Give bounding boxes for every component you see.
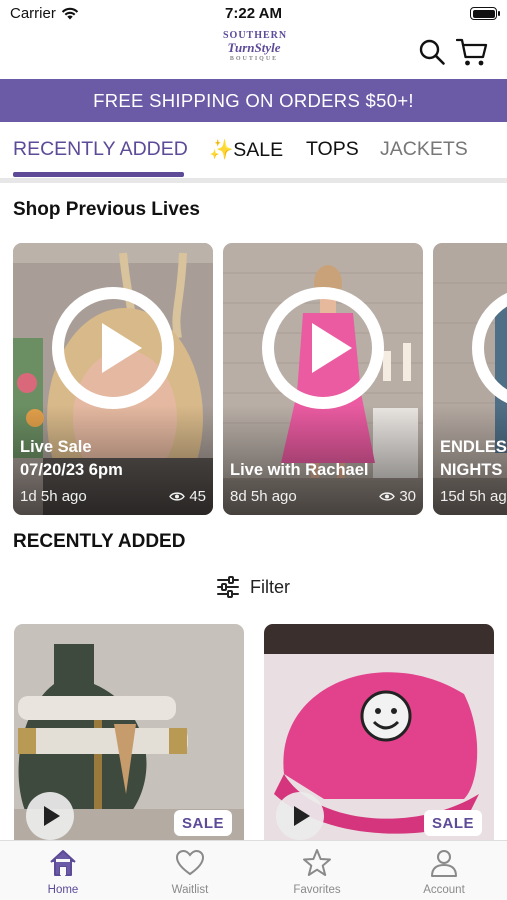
nav-label: Account bbox=[423, 884, 465, 896]
views-count: 45 bbox=[189, 488, 206, 505]
battery-icon bbox=[470, 7, 500, 20]
logo-text: BOUTIQUE bbox=[229, 56, 279, 62]
brand-logo[interactable]: SOUTHERN TurnStyle BOUTIQUE bbox=[223, 31, 286, 73]
sale-badge: SALE bbox=[173, 810, 232, 836]
person-icon bbox=[431, 850, 457, 877]
heart-icon bbox=[175, 849, 205, 876]
status-time: 7:22 AM bbox=[225, 5, 282, 22]
bottom-nav: Home Waitlist Favorites Account bbox=[0, 840, 507, 900]
product-card[interactable]: SALE bbox=[14, 624, 244, 840]
nav-account[interactable]: Account bbox=[381, 841, 507, 900]
live-card[interactable]: ENDLESS NIGHTS 15d 5h ago bbox=[433, 243, 507, 515]
live-card[interactable]: Live Sale 07/20/23 6pm 1d 5h ago 45 bbox=[13, 243, 213, 515]
filter-button[interactable]: Filter bbox=[216, 576, 290, 598]
live-title-line2: 07/20/23 6pm bbox=[20, 461, 123, 479]
status-bar: Carrier 7:22 AM bbox=[0, 0, 507, 28]
tabs-divider bbox=[0, 178, 507, 183]
live-title: ENDLESS bbox=[440, 438, 507, 456]
live-title: Live Sale bbox=[20, 438, 92, 456]
video-play-icon[interactable] bbox=[276, 792, 324, 840]
category-tabs: RECENTLY ADDED ✨SALE TOPS JACKETS bbox=[0, 122, 507, 178]
tab-sale[interactable]: ✨SALE bbox=[209, 138, 283, 162]
star-icon bbox=[303, 849, 331, 876]
app-header: SOUTHERN TurnStyle BOUTIQUE bbox=[0, 28, 507, 79]
tab-jackets[interactable]: JACKETS bbox=[380, 138, 468, 161]
promo-text: FREE SHIPPING ON ORDERS $50+! bbox=[93, 89, 414, 111]
home-icon bbox=[50, 850, 76, 876]
filter-label: Filter bbox=[250, 576, 290, 597]
nav-label: Favorites bbox=[293, 884, 341, 896]
live-age: 1d 5h ago bbox=[20, 488, 87, 505]
search-button[interactable] bbox=[418, 38, 446, 66]
play-icon[interactable] bbox=[52, 287, 174, 409]
recent-section-title: RECENTLY ADDED bbox=[13, 531, 186, 552]
eye-icon bbox=[379, 492, 396, 501]
lives-carousel[interactable]: Live Sale 07/20/23 6pm 1d 5h ago 45 Live… bbox=[13, 243, 507, 515]
live-card[interactable]: Live with Rachael 8d 5h ago 30 bbox=[223, 243, 423, 515]
promo-banner[interactable]: FREE SHIPPING ON ORDERS $50+! bbox=[0, 79, 507, 122]
active-tab-indicator bbox=[13, 172, 184, 177]
live-age: 15d 5h ago bbox=[440, 488, 507, 505]
video-play-icon[interactable] bbox=[26, 792, 74, 840]
live-views: 30 bbox=[379, 488, 416, 505]
nav-waitlist[interactable]: Waitlist bbox=[127, 841, 253, 900]
nav-label: Waitlist bbox=[171, 884, 209, 896]
lives-section-title: Shop Previous Lives bbox=[13, 199, 200, 220]
live-title: Live with Rachael bbox=[230, 461, 369, 479]
product-card[interactable]: SALE bbox=[264, 624, 494, 840]
logo-text: TurnStyle bbox=[227, 40, 281, 55]
live-views: 45 bbox=[169, 488, 206, 505]
search-icon bbox=[419, 39, 445, 65]
sliders-icon bbox=[217, 576, 239, 598]
nav-home[interactable]: Home bbox=[0, 841, 126, 900]
nav-favorites[interactable]: Favorites bbox=[254, 841, 380, 900]
nav-label: Home bbox=[47, 884, 79, 896]
live-age: 8d 5h ago bbox=[230, 488, 297, 505]
play-icon[interactable] bbox=[262, 287, 384, 409]
tab-tops[interactable]: TOPS bbox=[306, 138, 359, 161]
eye-icon bbox=[169, 492, 186, 501]
cart-icon bbox=[455, 38, 488, 66]
views-count: 30 bbox=[399, 488, 416, 505]
sale-badge: SALE bbox=[423, 810, 482, 836]
live-title-line2: NIGHTS bbox=[440, 461, 503, 479]
cart-button[interactable] bbox=[455, 37, 488, 67]
tab-recently-added[interactable]: RECENTLY ADDED bbox=[13, 138, 188, 161]
